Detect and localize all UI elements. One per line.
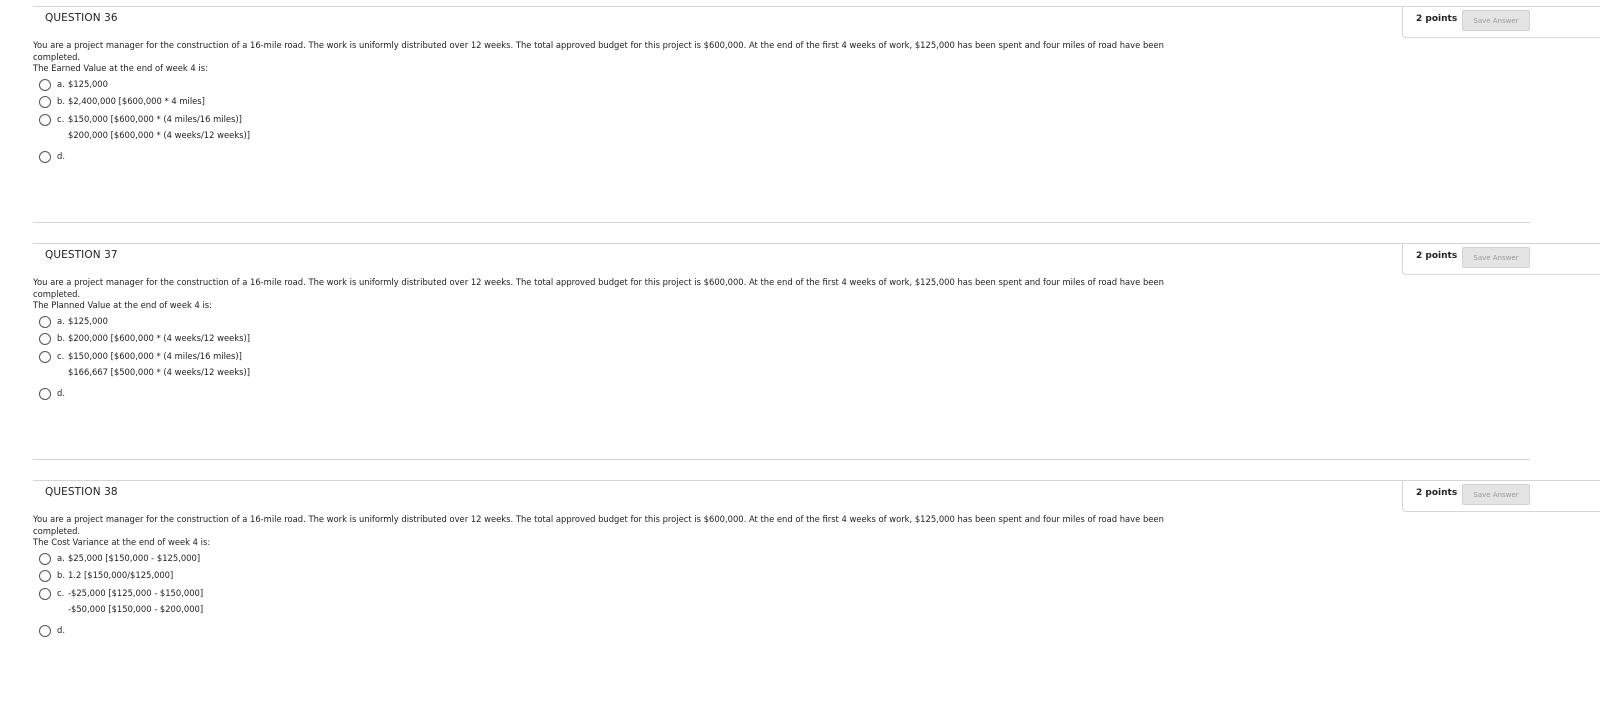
question-divider <box>33 222 1530 223</box>
points-panel: 2 points Save Answer <box>1402 481 1600 512</box>
choice-a[interactable]: a. $125,000 <box>33 77 1193 95</box>
choice-text: 1.2 [$150,000/$125,000] <box>68 570 174 580</box>
radio-button[interactable] <box>39 96 51 108</box>
radio-button[interactable] <box>39 625 51 637</box>
choice-b[interactable]: b. $2,400,000 [$600,000 * 4 miles] <box>33 94 1193 112</box>
choice-text: $2,400,000 [$600,000 * 4 miles] <box>68 96 205 106</box>
answer-choices: a. $125,000 b. $200,000 [$600,000 * (4 w… <box>33 314 1193 404</box>
choice-letter: d. <box>57 388 65 398</box>
choice-text: $150,000 [$600,000 * (4 miles/16 miles)] <box>68 113 242 124</box>
answer-choices: a. $25,000 [$150,000 - $125,000] b. 1.2 … <box>33 551 1193 641</box>
choice-text: $200,000 [$600,000 * (4 weeks/12 weeks)] <box>68 333 251 343</box>
choice-extra-text: -$50,000 [$150,000 - $200,000] <box>68 604 204 614</box>
question-stem: You are a project manager for the constr… <box>33 514 1164 536</box>
choice-letter: b. <box>57 570 65 580</box>
choice-text: $25,000 [$150,000 - $125,000] <box>68 552 201 563</box>
choice-d[interactable]: d. <box>33 149 1193 167</box>
question-36: QUESTION 36 2 points Save Answer You are… <box>0 0 1600 237</box>
radio-button[interactable] <box>39 333 51 345</box>
radio-button[interactable] <box>39 78 51 91</box>
choice-a[interactable]: a. $25,000 [$150,000 - $125,000] <box>33 551 1193 569</box>
choice-a[interactable]: a. $125,000 <box>33 314 1193 332</box>
question-stem: You are a project manager for the constr… <box>33 277 1164 299</box>
choice-c[interactable]: c. -$25,000 [$125,000 - $150,000] <box>33 586 1193 604</box>
question-title: QUESTION 37 <box>45 249 118 261</box>
choice-letter: a. <box>57 315 65 326</box>
question-37: QUESTION 37 2 points Save Answer You are… <box>0 237 1600 474</box>
answer-choices: a. $125,000 b. $2,400,000 [$600,000 * 4 … <box>33 77 1193 167</box>
points-label: 2 points <box>1416 14 1458 24</box>
points-label: 2 points <box>1416 488 1458 498</box>
radio-button[interactable] <box>39 350 51 363</box>
question-body: You are a project manager for the constr… <box>33 40 1193 167</box>
question-header: QUESTION 36 2 points Save Answer <box>33 6 1600 38</box>
choice-d[interactable]: d. <box>33 623 1193 641</box>
radio-button[interactable] <box>39 315 51 328</box>
radio-button[interactable] <box>39 570 51 582</box>
choice-b[interactable]: b. 1.2 [$150,000/$125,000] <box>33 568 1193 586</box>
choice-extra-text: $200,000 [$600,000 * (4 weeks/12 weeks)] <box>68 130 251 140</box>
choice-c[interactable]: c. $150,000 [$600,000 * (4 miles/16 mile… <box>33 112 1193 130</box>
question-prompt: The Cost Variance at the end of week 4 i… <box>33 537 211 547</box>
save-answer-button[interactable]: Save Answer <box>1462 10 1530 31</box>
choice-b[interactable]: b. $200,000 [$600,000 * (4 weeks/12 week… <box>33 331 1193 349</box>
radio-button[interactable] <box>39 552 51 565</box>
choice-text: $125,000 <box>68 315 108 326</box>
question-prompt: The Planned Value at the end of week 4 i… <box>33 300 212 310</box>
choice-extra-text: $166,667 [$500,000 * (4 weeks/12 weeks)] <box>68 367 251 377</box>
radio-button[interactable] <box>39 388 51 400</box>
question-body: You are a project manager for the constr… <box>33 277 1193 404</box>
choice-letter: b. <box>57 333 65 343</box>
choice-extra-line: $200,000 [$600,000 * (4 weeks/12 weeks)] <box>33 129 1193 146</box>
choice-text: $125,000 <box>68 78 108 89</box>
question-divider <box>33 459 1530 460</box>
question-38: QUESTION 38 2 points Save Answer You are… <box>0 474 1600 711</box>
question-stem: You are a project manager for the constr… <box>33 40 1164 62</box>
radio-button[interactable] <box>39 587 51 600</box>
choice-text: -$25,000 [$125,000 - $150,000] <box>68 587 204 598</box>
choice-letter: d. <box>57 151 65 161</box>
question-prompt: The Earned Value at the end of week 4 is… <box>33 63 208 73</box>
points-panel: 2 points Save Answer <box>1402 7 1600 38</box>
choice-letter: a. <box>57 78 65 89</box>
question-header: QUESTION 37 2 points Save Answer <box>33 243 1600 275</box>
radio-button[interactable] <box>39 151 51 163</box>
choice-extra-line: -$50,000 [$150,000 - $200,000] <box>33 603 1193 620</box>
choice-d[interactable]: d. <box>33 386 1193 404</box>
choice-letter: a. <box>57 552 65 563</box>
points-panel: 2 points Save Answer <box>1402 244 1600 275</box>
question-body: You are a project manager for the constr… <box>33 514 1193 641</box>
choice-letter: b. <box>57 96 65 106</box>
radio-button[interactable] <box>39 113 51 126</box>
question-header: QUESTION 38 2 points Save Answer <box>33 480 1600 512</box>
question-title: QUESTION 36 <box>45 12 118 24</box>
choice-letter: c. <box>57 113 65 124</box>
points-label: 2 points <box>1416 251 1458 261</box>
choice-text: $150,000 [$600,000 * (4 miles/16 miles)] <box>68 350 242 361</box>
choice-letter: c. <box>57 587 65 598</box>
choice-extra-line: $166,667 [$500,000 * (4 weeks/12 weeks)] <box>33 366 1193 383</box>
save-answer-button[interactable]: Save Answer <box>1462 484 1530 505</box>
question-title: QUESTION 38 <box>45 486 118 498</box>
choice-letter: d. <box>57 625 65 635</box>
choice-c[interactable]: c. $150,000 [$600,000 * (4 miles/16 mile… <box>33 349 1193 367</box>
choice-letter: c. <box>57 350 65 361</box>
save-answer-button[interactable]: Save Answer <box>1462 247 1530 268</box>
